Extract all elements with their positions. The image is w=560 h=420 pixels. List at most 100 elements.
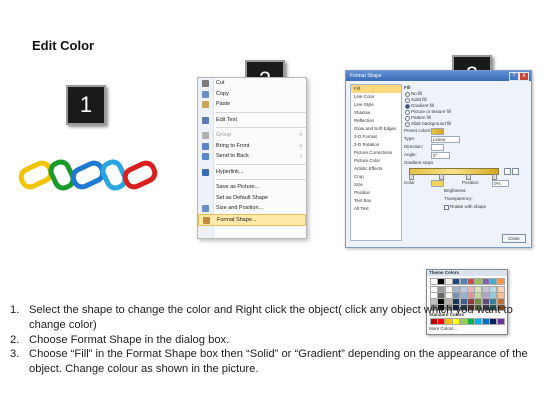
copy-icon [202, 90, 209, 98]
context-menu[interactable]: Cut Copy Paste Edit Text Group › Bring to Fron… [197, 77, 307, 239]
menu-separator [216, 127, 306, 128]
category-item[interactable]: Size [351, 181, 401, 189]
type-row[interactable]: Type: Linear [404, 135, 526, 143]
color-picker-button[interactable] [431, 180, 444, 187]
menu-separator [216, 111, 306, 113]
type-select[interactable]: Linear [431, 136, 460, 143]
close-x-button[interactable]: X [519, 72, 529, 81]
instruction-text: Choose Format Shape in the dialog box. [29, 333, 230, 346]
color-swatch[interactable] [496, 278, 505, 285]
menu-item-copy[interactable]: Copy [198, 89, 306, 100]
rotate-label: Rotate with shape [450, 204, 487, 209]
dialog-title: Format Shape [350, 73, 382, 79]
category-item[interactable]: Line Color [351, 93, 401, 101]
menu-item-hyperlink[interactable]: Hyperlink... [198, 167, 306, 178]
size-position-icon [202, 205, 209, 212]
angle-label: Angle: [404, 152, 417, 157]
menu-item-set-as-default-shape[interactable]: Set as Default Shape [198, 193, 306, 204]
category-item[interactable]: 3-D Format [351, 133, 401, 141]
chain-link[interactable] [122, 160, 158, 190]
chain-link[interactable] [18, 160, 54, 190]
fill-option-label: Pattern fill [411, 115, 432, 120]
dialog-title-bar: Format Shape ? X [346, 71, 531, 81]
scissors-icon [202, 80, 209, 87]
angle-input[interactable]: 0° [431, 152, 450, 159]
menu-item-label: Group [216, 132, 232, 138]
category-item[interactable]: Picture Color [351, 157, 401, 165]
menu-item-label: Format Shape... [217, 216, 257, 223]
gradient-stops-label: Gradient stops [404, 160, 434, 165]
category-list[interactable]: Fill Line Color Line Style Shadow Reflection… [350, 84, 402, 241]
direction-button[interactable] [431, 144, 444, 151]
menu-separator [216, 163, 306, 165]
menu-separator [216, 179, 306, 180]
color-row[interactable]: Color Position: 0% [404, 179, 526, 187]
category-item[interactable]: Artistic Effects [351, 165, 401, 173]
category-item[interactable]: Glow and Soft Edges [351, 125, 401, 133]
menu-item-format-shape[interactable]: Format Shape... [198, 213, 306, 226]
angle-row[interactable]: Angle: 0° [404, 151, 526, 159]
instruction-number: 1. [10, 304, 20, 316]
category-item[interactable]: Fill [351, 85, 401, 93]
instruction-item: 3. Choose “Fill” in the Format Shape box … [10, 347, 550, 377]
category-item[interactable]: Crop [351, 173, 401, 181]
menu-item-label: Edit Text [216, 116, 237, 123]
category-item[interactable]: 3-D Rotation [351, 141, 401, 149]
submenu-arrow-icon: › [300, 132, 302, 138]
position-input[interactable]: 0% [492, 180, 509, 187]
fill-option-label: Slide background fill [411, 121, 452, 126]
page-title: Edit Color [32, 38, 95, 53]
preset-colors-button[interactable] [431, 128, 444, 135]
transparency-row[interactable]: Transparency: [404, 195, 526, 203]
chain-link[interactable] [70, 160, 106, 190]
category-item[interactable]: Line Style [351, 101, 401, 109]
submenu-arrow-icon: › [300, 153, 302, 159]
fill-option-label: No fill [411, 91, 423, 96]
menu-item-label: Save as Picture... [216, 184, 260, 190]
menu-item-bring-to-front[interactable]: Bring to Front › [198, 141, 306, 152]
transparency-label: Transparency: [444, 196, 473, 201]
menu-item-label: Paste [216, 101, 231, 107]
category-item[interactable]: Picture Corrections [351, 149, 401, 157]
menu-item-label: Cut [216, 80, 225, 86]
preset-colors-row[interactable]: Preset colors: [404, 127, 526, 135]
color-label: Color [404, 180, 415, 185]
menu-item-group[interactable]: Group › [198, 130, 306, 141]
direction-row[interactable]: Direction: [404, 143, 526, 151]
help-button[interactable]: ? [509, 72, 519, 81]
step-badge-1: 1 [66, 85, 106, 125]
menu-item-send-to-back[interactable]: Send to Back › [198, 151, 306, 162]
category-item[interactable]: Position [351, 189, 401, 197]
menu-item-cut[interactable]: Cut [198, 78, 306, 89]
chain-illustration[interactable] [18, 150, 158, 200]
rotate-row[interactable]: Rotate with shape [404, 203, 526, 211]
menu-item-label: Copy [216, 90, 229, 97]
instruction-text: Choose “Fill” in the Format Shape box th… [29, 348, 528, 376]
rotate-checkbox[interactable] [444, 205, 449, 210]
category-item[interactable]: Text Box [351, 197, 401, 205]
fill-option-label: Solid fill [411, 97, 427, 102]
fill-pane: Fill No fill Solid fill Gradient fill Pictu… [404, 84, 526, 239]
format-shape-dialog[interactable]: Format Shape ? X Fill Line Color Line Styl… [345, 70, 532, 335]
category-item[interactable]: Shadow [351, 109, 401, 117]
send-back-icon [202, 153, 209, 160]
position-label: Position: [462, 180, 480, 185]
remove-stop-button[interactable] [512, 168, 519, 175]
menu-item-paste[interactable]: Paste [198, 99, 306, 110]
menu-item-save-as-picture[interactable]: Save as Picture... [198, 182, 306, 193]
menu-item-label: Bring to Front [216, 142, 250, 149]
menu-item-size-and-position[interactable]: Size and Position... [198, 203, 306, 214]
gradient-stops-bar[interactable] [404, 167, 526, 180]
type-label: Type: [404, 136, 416, 141]
paste-icon [202, 101, 209, 108]
menu-item-edit-text[interactable]: Edit Text [198, 115, 306, 126]
category-item[interactable]: Alt Text [351, 205, 401, 213]
hyperlink-icon [202, 168, 209, 176]
add-stop-button[interactable] [504, 168, 511, 175]
category-item[interactable]: Reflection [351, 117, 401, 125]
bring-front-icon [202, 142, 209, 150]
brightness-label: Brightness: [444, 188, 467, 193]
close-button[interactable]: Close [502, 234, 526, 243]
brightness-row[interactable]: Brightness: [404, 187, 526, 195]
direction-label: Direction: [404, 144, 424, 149]
